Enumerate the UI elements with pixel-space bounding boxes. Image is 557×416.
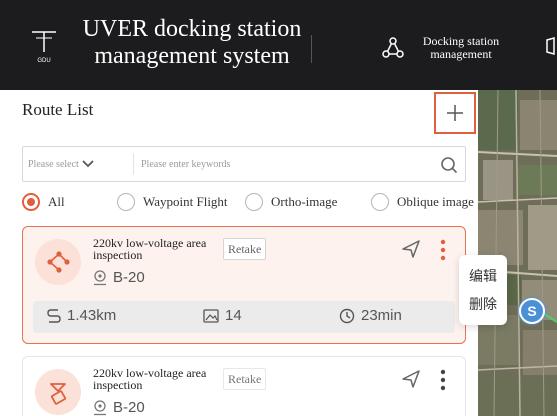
radio-label: All (48, 194, 65, 209)
drone-label: B-20 (113, 269, 145, 286)
panel-title: Route List (22, 100, 94, 119)
clock-icon (339, 308, 355, 323)
more-vertical-icon[interactable] (437, 239, 449, 261)
header-divider (311, 35, 312, 63)
select-placeholder: Please select (28, 158, 79, 170)
route-type-select[interactable]: Please select (23, 147, 113, 181)
route-stats: 1.43km 14 23min (33, 301, 455, 333)
drone-info: B-20 (93, 399, 145, 416)
chevron-down-icon (82, 160, 94, 168)
drone-label: B-20 (113, 399, 145, 416)
send-icon[interactable] (401, 369, 421, 389)
menu-item-delete[interactable]: 删除 (459, 294, 507, 314)
drone-icon (94, 269, 106, 285)
distance-stat: 1.43km (47, 307, 116, 324)
retake-badge[interactable]: Retake (223, 238, 267, 260)
send-icon[interactable] (401, 239, 421, 259)
radio-button (22, 193, 40, 211)
radio-button (117, 193, 135, 211)
map-imagery (478, 90, 557, 416)
duration-stat: 23min (339, 307, 402, 324)
filter-bar: Please select (22, 146, 466, 182)
radio-all[interactable]: All (22, 193, 65, 211)
image-icon (203, 308, 219, 323)
radio-label: Waypoint Flight (143, 194, 228, 209)
search-input[interactable] (141, 152, 431, 176)
route-list-panel: Route List Please select All Waypoint Fl… (0, 90, 478, 416)
waypoint-route-icon (47, 251, 70, 273)
filter-divider (133, 153, 134, 175)
satellite-map[interactable] (478, 90, 557, 416)
duration-value: 23min (361, 307, 402, 324)
radio-button (371, 193, 389, 211)
route-icon (35, 369, 81, 415)
route-name: 220kv low-voltage area inspection (93, 366, 207, 392)
map-start-marker[interactable]: S (519, 298, 545, 324)
route-card[interactable]: 220kv low-voltage area inspection Retake… (22, 356, 466, 416)
radio-button (245, 193, 263, 211)
route-distance-icon (47, 308, 61, 323)
radio-label: Ortho-image (271, 194, 338, 209)
radio-label: Oblique image (397, 194, 474, 209)
route-name: 220kv low-voltage area inspection (93, 236, 207, 262)
gdu-logo: GDU (32, 31, 56, 64)
oblique-route-icon (50, 383, 67, 405)
gdu-logo-text: GDU (37, 58, 50, 64)
app-title: UVER docking station management system (82, 16, 302, 69)
menu-item-edit[interactable]: 编辑 (459, 266, 507, 286)
photos-value: 14 (225, 307, 242, 324)
plus-icon (447, 105, 463, 121)
drone-info: B-20 (93, 269, 145, 286)
route-type-radio-group: All Waypoint Flight Ortho-image Oblique … (22, 193, 478, 213)
nav-item-label: Docking station management (422, 34, 500, 61)
nav-item-icon-partial[interactable] (544, 36, 557, 56)
radio-oblique-image[interactable]: Oblique image (371, 193, 474, 211)
distance-value: 1.43km (67, 307, 117, 324)
photos-stat: 14 (203, 307, 242, 324)
retake-badge[interactable]: Retake (223, 368, 267, 390)
radio-ortho-image[interactable]: Ortho-image (245, 193, 337, 211)
app-header: GDU UVER docking station management syst… (0, 0, 557, 90)
add-route-button[interactable] (434, 92, 476, 134)
route-card-selected[interactable]: 220kv low-voltage area inspection Retake… (22, 226, 466, 344)
nav-item-docking-station[interactable]: Docking station management (381, 28, 509, 68)
radio-waypoint-flight[interactable]: Waypoint Flight (117, 193, 228, 211)
search-icon[interactable] (439, 155, 459, 175)
route-icon (35, 239, 81, 285)
more-vertical-icon[interactable] (437, 369, 449, 391)
drone-icon (94, 399, 106, 415)
share-nodes-icon (382, 37, 404, 58)
route-context-menu: 编辑 删除 (459, 255, 507, 325)
